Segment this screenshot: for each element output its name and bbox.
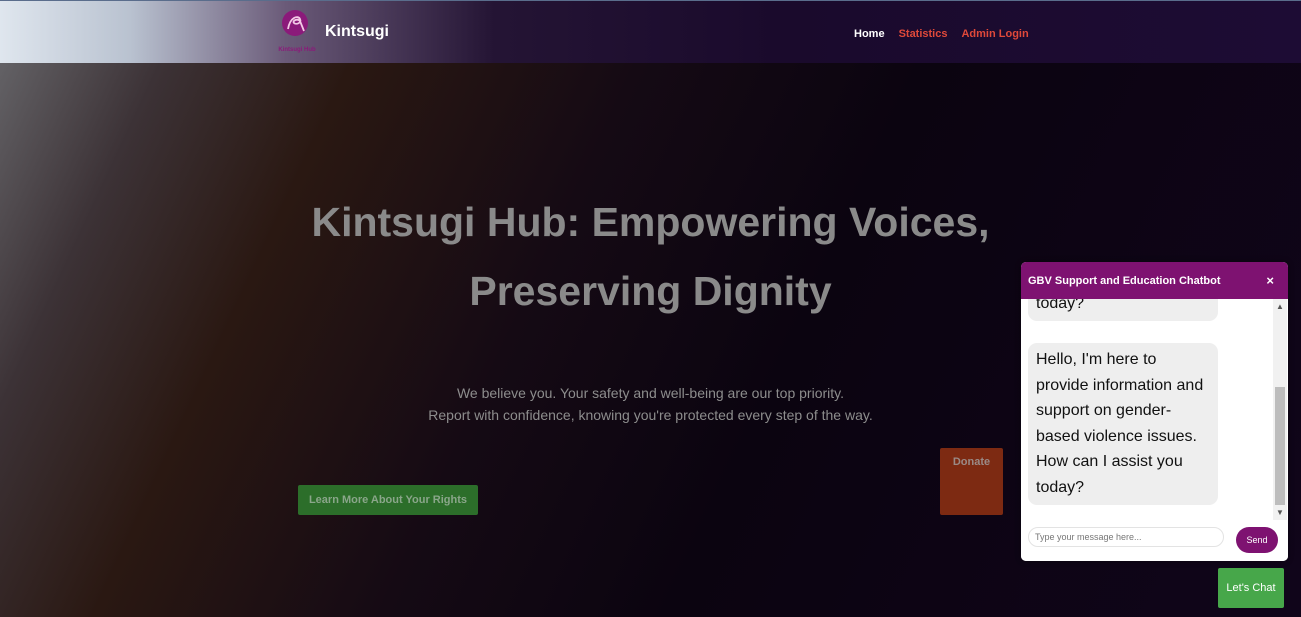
scroll-down-icon[interactable]: ▼ bbox=[1276, 508, 1284, 517]
hero-title-line-1: Kintsugi Hub: Empowering Voices, bbox=[311, 199, 990, 245]
chat-input-row: Send bbox=[1021, 520, 1288, 561]
top-navbar: Kintsugi Hub Kintsugi Home Statistics Ad… bbox=[0, 0, 1301, 63]
nav-home[interactable]: Home bbox=[854, 28, 885, 40]
main-nav: Home Statistics Admin Login bbox=[854, 28, 1029, 40]
chatbot-header: GBV Support and Education Chatbot × bbox=[1021, 262, 1288, 299]
nav-statistics[interactable]: Statistics bbox=[899, 28, 948, 40]
brand-name[interactable]: Kintsugi bbox=[325, 23, 389, 41]
scroll-up-icon[interactable]: ▲ bbox=[1276, 302, 1284, 311]
scroll-thumb[interactable] bbox=[1275, 387, 1285, 505]
logo-caption: Kintsugi Hub bbox=[278, 47, 316, 53]
chat-scrollbar[interactable]: ▲ ▼ bbox=[1273, 299, 1287, 520]
chatbot-title: GBV Support and Education Chatbot bbox=[1028, 274, 1221, 287]
close-icon[interactable]: × bbox=[1266, 273, 1274, 288]
learn-rights-button[interactable]: Learn More About Your Rights bbox=[298, 485, 478, 515]
chat-message: today? bbox=[1028, 299, 1218, 321]
send-button[interactable]: Send bbox=[1236, 527, 1278, 553]
lets-chat-button[interactable]: Let's Chat bbox=[1218, 568, 1284, 608]
nav-admin-login[interactable]: Admin Login bbox=[961, 28, 1028, 40]
chat-message-input[interactable] bbox=[1028, 527, 1224, 547]
chat-message: Hello, I'm here to provide information a… bbox=[1028, 343, 1218, 505]
chatbot-window: GBV Support and Education Chatbot × toda… bbox=[1021, 262, 1288, 561]
chat-messages[interactable]: today? Hello, I'm here to provide inform… bbox=[1021, 299, 1273, 520]
donate-button[interactable]: Donate bbox=[940, 448, 1003, 515]
